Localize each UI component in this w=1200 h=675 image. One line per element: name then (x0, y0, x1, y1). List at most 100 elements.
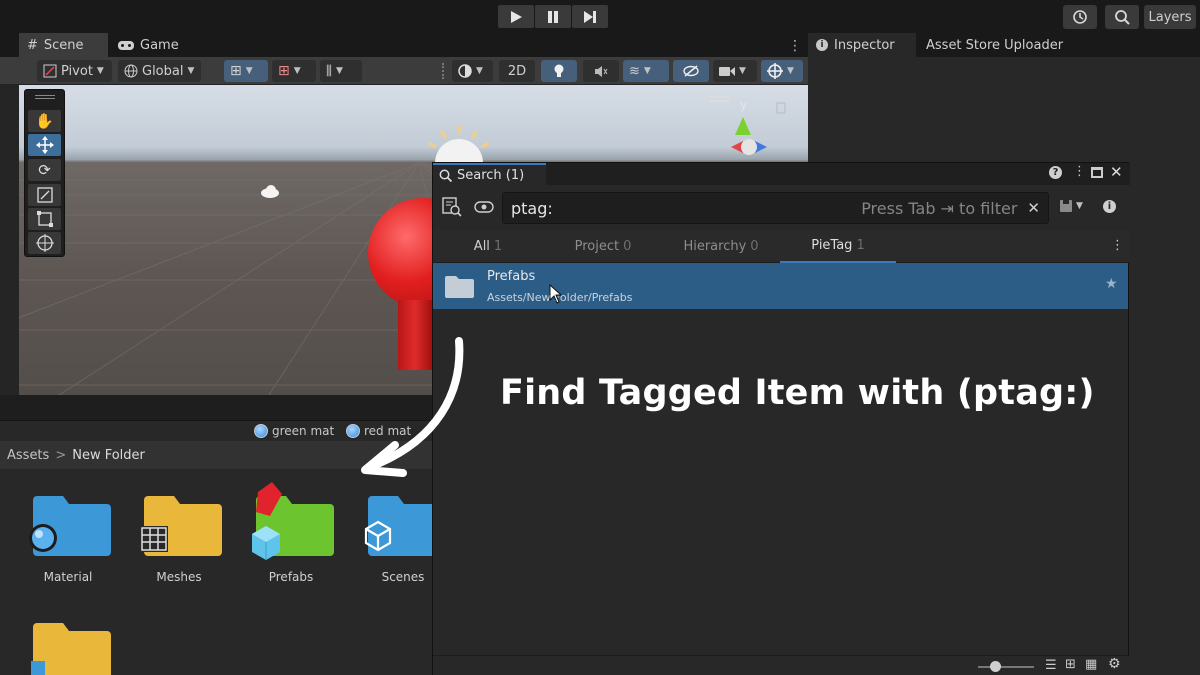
camera-icon (719, 66, 735, 76)
clear-search-icon[interactable]: ✕ (1027, 199, 1040, 217)
search-query[interactable]: ptag: (511, 199, 861, 218)
history-icon (1073, 10, 1087, 24)
search-icon (1115, 10, 1130, 25)
move-tool[interactable] (28, 134, 61, 156)
eye-off-icon (683, 65, 699, 77)
orientation-gizmo[interactable]: y (709, 95, 799, 163)
info-icon[interactable]: i (1103, 200, 1116, 213)
folder-icon (252, 482, 334, 560)
save-icon (1060, 200, 1072, 212)
folder-prefabs[interactable]: Prefabs (243, 480, 339, 584)
rect-tool[interactable] (28, 208, 61, 230)
search-result-row[interactable]: Prefabs Assets/New Folder/Prefabs ★ (433, 263, 1128, 309)
lighting-toggle[interactable] (541, 60, 577, 82)
visibility-toggle[interactable] (673, 60, 709, 82)
search-icon (439, 169, 452, 182)
top-toolbar: Layers (0, 0, 1200, 33)
layers-dropdown[interactable]: Layers (1144, 5, 1196, 29)
tab-asset-store-uploader[interactable]: Asset Store Uploader (918, 33, 1088, 57)
play-button[interactable] (498, 5, 534, 28)
step-icon (584, 10, 596, 23)
more-options-icon[interactable]: ⋮ (1111, 238, 1124, 253)
tab-scene-label: Scene (43, 37, 84, 53)
material-chip-label: green mat (272, 424, 335, 438)
more-options-icon[interactable]: ⋮ (1073, 164, 1086, 179)
maximize-icon[interactable] (1091, 167, 1103, 178)
pivot-dropdown[interactable]: Pivot ▼ (37, 60, 112, 82)
breadcrumb-separator: > (55, 447, 67, 463)
2d-label: 2D (507, 63, 527, 79)
grid-snap-toggle[interactable]: ⊞ ▼ (224, 60, 268, 82)
increment-snap-toggle[interactable]: ⊞ ▼ (272, 60, 316, 82)
play-icon (511, 10, 522, 23)
folder-label: Material (43, 570, 93, 584)
search-bar: ptag: Press Tab ⇥ to filter ✕ ▼ i (433, 185, 1130, 230)
folder-icon (140, 496, 222, 556)
shading-icon (458, 64, 472, 78)
settings-gear-icon[interactable]: ⚙ (1108, 656, 1121, 672)
tab-pietag[interactable]: PieTag 1 (780, 230, 896, 263)
more-options-icon[interactable]: ⋮ (788, 38, 802, 54)
table-view-icon[interactable]: ▦ (1085, 657, 1097, 672)
search-input[interactable]: ptag: Press Tab ⇥ to filter ✕ (502, 192, 1049, 224)
layers-label: Layers (1148, 9, 1192, 25)
align-icon: ⫼ (326, 63, 332, 79)
scale-tool[interactable] (28, 184, 61, 206)
gamepad-icon (118, 40, 134, 50)
sync-search-icon[interactable] (474, 201, 494, 213)
saved-searches-icon[interactable] (442, 197, 462, 217)
zoom-slider-thumb[interactable] (990, 661, 1001, 672)
search-filter-tabs: All 1 Project 0 Hierarchy 0 PieTag 1 ⋮ (433, 230, 1130, 263)
transform-tool[interactable] (28, 232, 61, 254)
gizmo-icon (767, 63, 783, 79)
save-search-dropdown[interactable]: ▼ (1059, 199, 1083, 213)
caption-text: Find Tagged Item with (ptag:) (500, 373, 1095, 413)
effects-dropdown[interactable]: ≋ ▼ (623, 60, 669, 82)
grid-icon: # (27, 37, 38, 53)
tab-inspector[interactable]: i Inspector (808, 33, 916, 57)
breadcrumb-assets[interactable]: Assets (7, 448, 49, 463)
tab-project-count: 0 (623, 239, 632, 254)
hand-tool[interactable]: ✋ (28, 110, 61, 132)
global-dropdown[interactable]: Global ▼ (118, 60, 201, 82)
folder-more[interactable] (20, 617, 116, 675)
tab-all[interactable]: All 1 (453, 230, 523, 263)
camera-dropdown[interactable]: ▼ (713, 60, 757, 82)
close-icon[interactable]: ✕ (1110, 163, 1123, 181)
tab-project[interactable]: Project 0 (553, 230, 653, 263)
search-button[interactable] (1105, 5, 1139, 29)
list-view-icon[interactable]: ☰ (1045, 658, 1057, 673)
tab-all-label: All (473, 239, 490, 254)
folder-icon (31, 623, 111, 675)
history-button[interactable] (1063, 5, 1097, 29)
material-chip-green[interactable]: green mat (254, 422, 334, 440)
draw-mode-dropdown[interactable]: ▼ (452, 60, 493, 82)
tools-overlay: ✋ ⟳ (24, 89, 65, 257)
folder-icon (445, 276, 474, 298)
help-icon[interactable]: ? (1049, 166, 1062, 179)
2d-toggle[interactable]: 2D (499, 60, 535, 82)
zoom-slider-track[interactable] (978, 666, 1034, 668)
tab-scene[interactable]: # Scene (19, 33, 108, 57)
folder-meshes[interactable]: Meshes (131, 490, 227, 584)
light-icon (261, 185, 279, 198)
align-toggle[interactable]: ⫼ ▼ (320, 60, 362, 82)
tab-project-label: Project (574, 239, 620, 254)
tab-hierarchy-count: 0 (750, 239, 759, 254)
breadcrumb-current[interactable]: New Folder (72, 448, 145, 463)
tab-search[interactable]: Search (1) (433, 163, 546, 185)
favorite-star-icon[interactable]: ★ (1105, 276, 1118, 292)
tab-game[interactable]: Game (110, 33, 190, 57)
audio-toggle[interactable] (583, 60, 619, 82)
pause-button[interactable] (535, 5, 571, 28)
rotate-tool[interactable]: ⟳ (28, 159, 61, 181)
grid-view-icon[interactable]: ⊞ (1065, 657, 1076, 672)
lightbulb-icon (554, 64, 564, 77)
tab-hierarchy-label: Hierarchy (683, 239, 747, 254)
tab-hierarchy[interactable]: Hierarchy 0 (665, 230, 777, 263)
gizmos-dropdown[interactable]: ▼ (761, 60, 803, 82)
folder-material[interactable]: Material (20, 490, 116, 584)
tab-pietag-count: 1 (856, 238, 865, 253)
panel-handle-icon[interactable] (35, 95, 55, 99)
step-button[interactable] (572, 5, 608, 28)
